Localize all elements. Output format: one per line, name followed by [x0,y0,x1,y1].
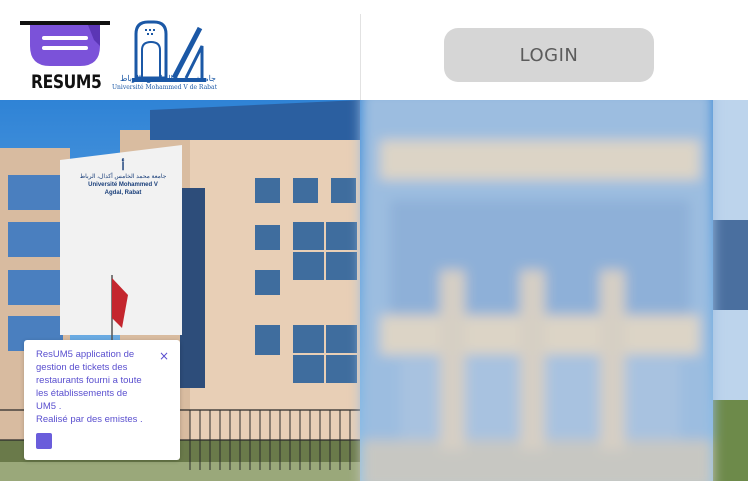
university-caption: جامعة محمد الخامس بالرباط Université Moh… [112,74,217,91]
popup-line: Realisé par des emistes . [36,414,143,425]
popup-line: restaurants fourni a toute [36,375,142,386]
university-caption-ar: جامعة محمد الخامس بالرباط [119,74,216,83]
popup-action-button[interactable] [36,433,52,449]
header-logos: RESUM5 جامعة محمد الخامس بالرباط Univers… [0,0,360,100]
popup-line: UM5 . [36,401,62,412]
login-button[interactable]: LOGIN [444,28,654,82]
popup-line: gestion de tickets des [36,362,128,373]
popup-message: ResUM5 application de gestion de tickets… [36,348,156,426]
brand-name: RESUM5 [31,71,102,93]
building-sign-arabic: جامعة محمد الخامس أكدال، الرباط [79,174,167,180]
university-caption-fr: Université Mohammed V de Rabat [112,84,217,91]
login-page: ﺃ جامعة محمد الخامس أكدال، الرباط Univer… [0,0,748,481]
popup-line: les établissements de [36,388,128,399]
popup-close-icon[interactable]: × [158,349,170,363]
building-sign-logo: ﺃ [121,160,125,173]
building-sign-line2: Agdal, Rabat [104,190,142,196]
building-sign-line1: Université Mohammed V [88,182,158,188]
popup-line: ResUM5 application de [36,349,135,360]
building-sign: ﺃ جامعة محمد الخامس أكدال، الرباط Univer… [68,160,178,197]
